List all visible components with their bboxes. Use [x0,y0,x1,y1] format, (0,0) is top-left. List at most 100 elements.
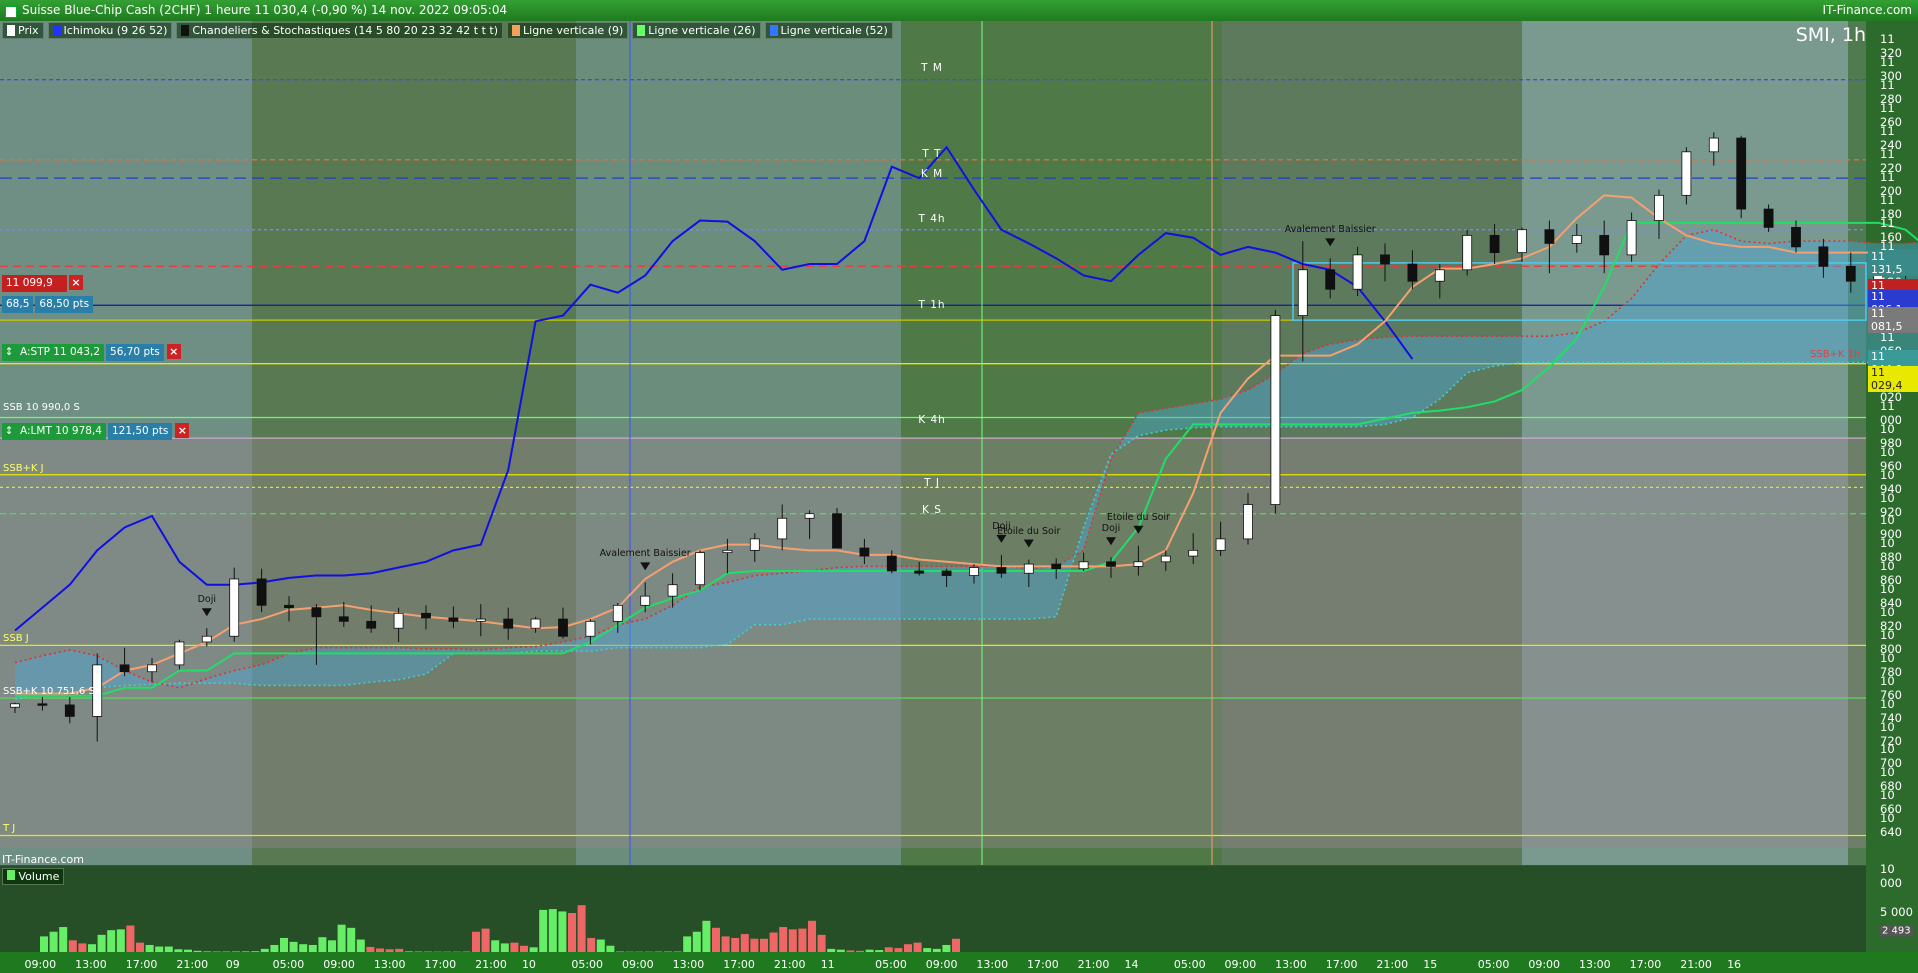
legend-swatch [181,25,190,36]
volume-band [1222,866,1522,952]
volume-bar [952,938,960,952]
drag-handle-icon[interactable]: ↕ [2,423,16,440]
legend-item[interactable]: Ligne verticale (9) [507,22,629,39]
volume-bar [808,920,816,952]
x-tick-label: 17:00 [424,958,457,971]
candle-body [941,570,952,576]
x-tick-label: 11 [820,958,835,971]
candle-body [475,618,486,622]
candle-body [695,552,705,586]
volume-color-swatch [7,870,15,880]
volume-bar [568,913,576,952]
volume-bar [116,929,125,952]
x-tick-label: 05:00 [272,958,305,971]
candle-body [1188,549,1199,557]
volume-tick-label: 10 000 [1880,862,1902,890]
legend-item[interactable]: Prix [2,22,44,39]
volume-legend: Volume [2,868,65,885]
volume-bar [260,948,269,952]
volume-bar [97,934,106,952]
x-tick-label: 21:00 [1077,958,1110,971]
volume-bar [145,944,154,952]
candle-body [612,604,623,622]
volume-bar [760,938,768,952]
candle-body [640,595,651,606]
candle-body [1462,235,1473,271]
volume-bar [289,941,298,952]
stop-pts-badge[interactable]: 68,5 68,50 pts [2,296,94,313]
legend-item[interactable]: Ichimoku (9 26 52) [47,22,173,39]
close-icon[interactable]: × [69,275,83,290]
legend-label: Ligne verticale (26) [648,24,756,37]
x-tick-label: 21:00 [1680,958,1712,971]
legend-item[interactable]: Ligne verticale (52) [764,22,893,39]
candle-body [530,618,541,629]
volume-bar [376,948,384,952]
legend-label: Chandeliers & Stochastiques (14 5 80 20 … [192,24,499,37]
lmt-label: A:LMT 10 978,4 [16,423,106,440]
volume-bar [155,946,164,952]
level-name-label: K S [922,503,942,516]
x-tick-label: 21:00 [773,958,806,971]
volume-bar [692,931,701,952]
x-tick-label: 21:00 [1376,958,1409,971]
x-tick-label: 16 [1727,958,1742,971]
candle-body [1243,504,1253,540]
lmt-order-badge[interactable]: ↕ A:LMT 10 978,4 121,50 pts × [2,423,190,440]
legend-swatch [52,25,61,36]
legend-label: Prix [18,24,39,37]
volume-bar [683,936,692,952]
legend-item[interactable]: Chandeliers & Stochastiques (14 5 80 20 … [176,22,504,39]
stp-label: A:STP 11 043,2 [16,344,105,361]
x-tick-label: 15 [1423,958,1438,971]
volume-band [901,866,1222,952]
volume-bar [712,927,720,952]
x-tick-label: 14 [1124,958,1139,971]
volume-bar [894,948,903,952]
volume-bar [481,928,490,952]
legend-item[interactable]: Ligne verticale (26) [632,22,761,39]
x-tick-label: 21:00 [475,958,507,971]
volume-bar [347,927,356,952]
volume-bar [702,920,711,952]
level-label: SSB 10 990,0 S [3,402,80,414]
price-chart[interactable] [0,0,1918,973]
volume-band [1522,866,1848,952]
stop-price-badge[interactable]: 11 099,9 × [2,275,83,292]
candle-body [1708,137,1719,153]
candle-body [448,617,459,622]
candle-body [1160,555,1171,563]
x-tick-label: 17:00 [1027,958,1059,971]
candle-body [722,549,733,554]
candle-body [1133,561,1144,567]
candle-body [147,664,157,673]
price-tag: 11 131,5 [1868,249,1918,276]
level-label: SSB J [3,633,29,645]
close-icon[interactable]: × [175,423,190,438]
volume-bar [875,950,884,952]
level-name-label: T T [922,147,942,160]
volume-bar [942,944,951,952]
drag-handle-icon[interactable]: ↕ [2,344,16,361]
chart-title: SMI, 1h [1795,24,1866,46]
volume-tick-label: 5 000 [1880,905,1913,919]
candle-body [558,618,568,637]
close-icon[interactable]: × [166,344,181,359]
candle-body [1106,561,1116,567]
candle-body [229,578,240,637]
volume-bar [193,950,202,952]
x-tick-label: 17:00 [723,958,755,971]
candle-body [1215,538,1226,551]
volume-bar [779,927,788,952]
volume-bar [184,949,192,952]
x-tick-label: 09 [225,958,240,971]
level-label: T J [3,823,16,835]
x-tick-label: 17:00 [1325,958,1358,971]
stp-order-badge[interactable]: ↕ A:STP 11 043,2 56,70 pts × [2,344,181,361]
candle-body [749,538,760,551]
stop-pts-a: 68,5 [2,296,34,313]
volume-bar [136,942,144,952]
x-tick-label: 05:00 [1173,958,1206,971]
candle-body [393,612,404,629]
legend-label: Ligne verticale (9) [523,24,624,37]
